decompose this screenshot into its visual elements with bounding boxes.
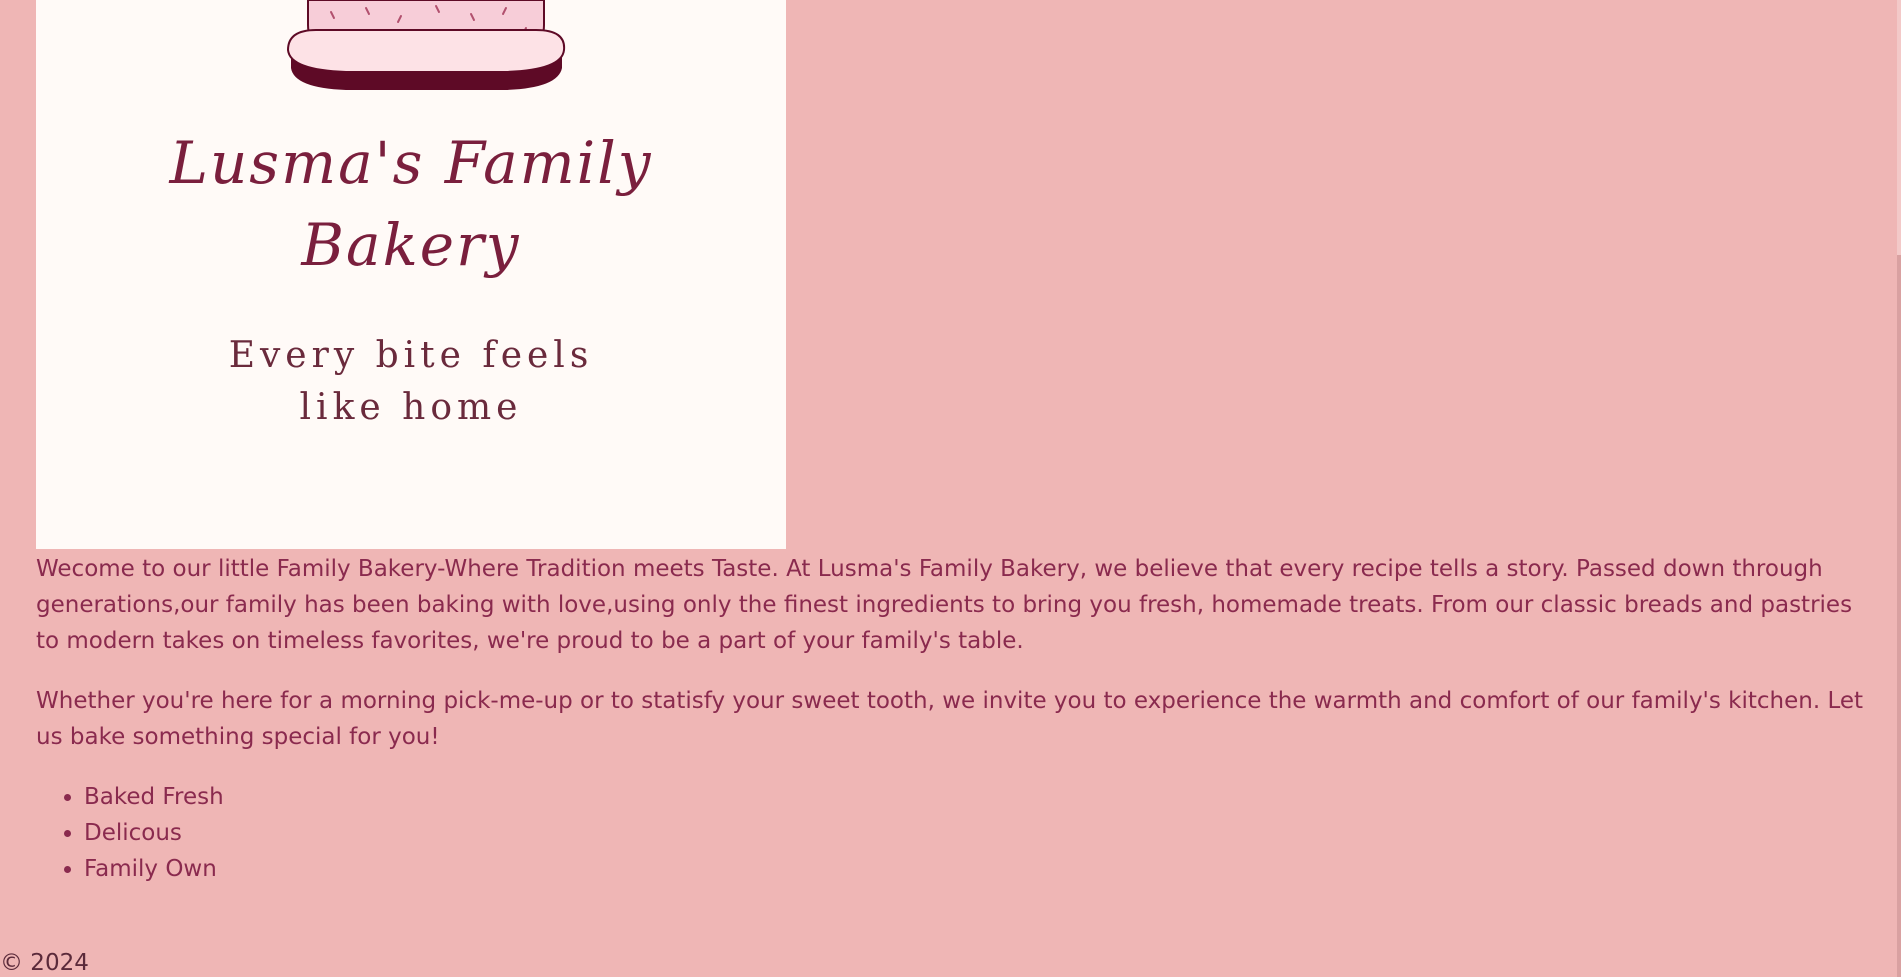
scrollbar-thumb[interactable] <box>1897 255 1901 977</box>
brand-name-line2: Bakery <box>301 211 521 279</box>
list-item: Delicous <box>84 815 1866 851</box>
feature-list: Baked Fresh Delicous Family Own <box>36 779 1866 887</box>
tagline: Every bite feels like home <box>36 330 786 434</box>
tagline-line2: like home <box>299 387 523 428</box>
tagline-line1: Every bite feels <box>228 335 594 376</box>
intro-paragraph: Wecome to our little Family Bakery-Where… <box>36 556 1853 654</box>
bakery-logo: Lusma's Family Bakery Every bite feels l… <box>36 0 786 549</box>
list-item: Family Own <box>84 851 1866 887</box>
page: Lusma's Family Bakery Every bite feels l… <box>0 0 1901 977</box>
brand-name: Lusma's Family Bakery <box>36 122 786 286</box>
brand-name-line1: Lusma's Family <box>169 129 653 197</box>
list-item: Baked Fresh <box>84 779 1866 815</box>
footer-copyright: © 2024 <box>0 950 89 976</box>
main-content: Wecome to our little Family Bakery-Where… <box>36 551 1866 887</box>
invite-paragraph: Whether you're here for a morning pick-m… <box>36 688 1864 750</box>
scrollbar[interactable] <box>1897 0 1901 977</box>
